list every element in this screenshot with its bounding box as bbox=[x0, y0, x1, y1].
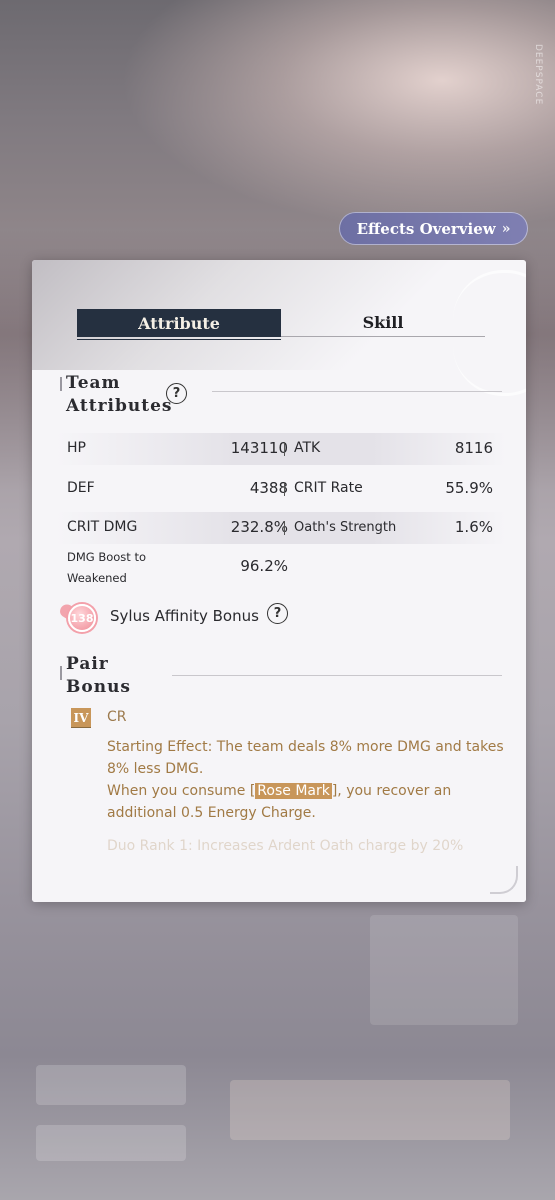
attribute-row: CRIT DMG 232.8% Oath's Strength 1.6% bbox=[56, 512, 506, 544]
tab-attribute[interactable]: Attribute bbox=[77, 309, 281, 340]
column-divider bbox=[284, 482, 285, 496]
affinity-label: Sylus Affinity Bonus bbox=[110, 607, 259, 625]
attr-value-oaths-strength: 1.6% bbox=[454, 518, 493, 536]
attr-value-hp: 143110 bbox=[230, 439, 288, 457]
section-divider bbox=[212, 391, 502, 392]
attr-label-crit-dmg: CRIT DMG bbox=[67, 519, 138, 535]
pair-bonus-faded-text: Duo Rank 1: Increases Ardent Oath charge… bbox=[107, 838, 464, 854]
attribute-panel: Attribute Skill Team Attributes ? HP 143… bbox=[32, 260, 526, 902]
attr-value-atk: 8116 bbox=[454, 439, 493, 457]
attr-value-dmg-boost: 96.2% bbox=[240, 557, 288, 575]
column-divider bbox=[284, 442, 285, 456]
attr-label-def: DEF bbox=[67, 480, 95, 496]
effect-pre: When you consume [ bbox=[107, 783, 256, 799]
attr-value-crit-dmg: 232.8% bbox=[230, 518, 288, 536]
pair-bonus-title-line2: Bonus bbox=[66, 677, 131, 697]
effects-overview-button[interactable]: Effects Overview » bbox=[339, 212, 528, 245]
team-attributes-help-icon[interactable]: ? bbox=[166, 383, 187, 404]
team-attributes-title-line1: Team bbox=[66, 373, 121, 393]
effects-overview-label: Effects Overview bbox=[356, 219, 496, 238]
pair-bonus-title-line1: Pair bbox=[66, 654, 109, 674]
affinity-level: 138 bbox=[68, 604, 96, 632]
section-marker bbox=[60, 377, 62, 391]
affinity-heart-icon: ❤ 138 bbox=[58, 597, 100, 635]
double-chevron-right-icon: » bbox=[501, 220, 511, 237]
tab-bar: Attribute Skill bbox=[77, 309, 485, 340]
attribute-row: DEF 4388 CRIT Rate 55.9% bbox=[56, 473, 506, 505]
background-card bbox=[36, 1065, 186, 1105]
background-glow bbox=[120, 0, 555, 230]
section-divider bbox=[172, 675, 502, 676]
background-card bbox=[370, 915, 518, 1025]
attr-value-def: 4388 bbox=[249, 479, 288, 497]
attr-label-oaths-strength: Oath's Strength bbox=[294, 520, 397, 535]
background-card bbox=[36, 1125, 186, 1161]
attr-value-crit-rate: 55.9% bbox=[445, 479, 493, 497]
attr-label-crit-rate: CRIT Rate bbox=[294, 480, 363, 496]
rose-mark-keyword[interactable]: Rose Mark bbox=[255, 783, 332, 799]
attribute-row: HP 143110 ATK 8116 bbox=[56, 433, 506, 465]
tab-skill[interactable]: Skill bbox=[281, 309, 485, 337]
background-card bbox=[230, 1080, 510, 1140]
section-marker bbox=[60, 666, 62, 680]
team-attributes-title-line2: Attributes bbox=[66, 396, 173, 416]
pair-bonus-effect-line2: When you consume [Rose Mark], you recove… bbox=[107, 780, 507, 824]
pair-bonus-name: CR bbox=[107, 709, 127, 725]
affinity-bonus: ❤ 138 Sylus Affinity Bonus bbox=[58, 597, 259, 635]
pair-bonus-effect: Starting Effect: The team deals 8% more … bbox=[107, 736, 507, 824]
attr-label-hp: HP bbox=[67, 440, 86, 456]
rank-badge: IV bbox=[71, 708, 91, 727]
attr-label-dmg-boost-line2: Weakened bbox=[67, 571, 127, 585]
attr-label-dmg-boost-line1: DMG Boost to bbox=[67, 550, 147, 564]
pair-bonus-effect-line1: Starting Effect: The team deals 8% more … bbox=[107, 739, 504, 777]
pair-bonus-title: Pair Bonus bbox=[66, 653, 131, 699]
brand-watermark: DEEPSPACE bbox=[533, 44, 543, 106]
attribute-row: DMG Boost to Weakened 96.2% bbox=[56, 547, 506, 589]
team-attributes-title: Team Attributes bbox=[66, 372, 173, 418]
attr-label-dmg-boost: DMG Boost to Weakened bbox=[67, 547, 146, 589]
affinity-help-icon[interactable]: ? bbox=[267, 603, 288, 624]
column-divider bbox=[284, 521, 285, 535]
attr-label-atk: ATK bbox=[294, 440, 321, 456]
